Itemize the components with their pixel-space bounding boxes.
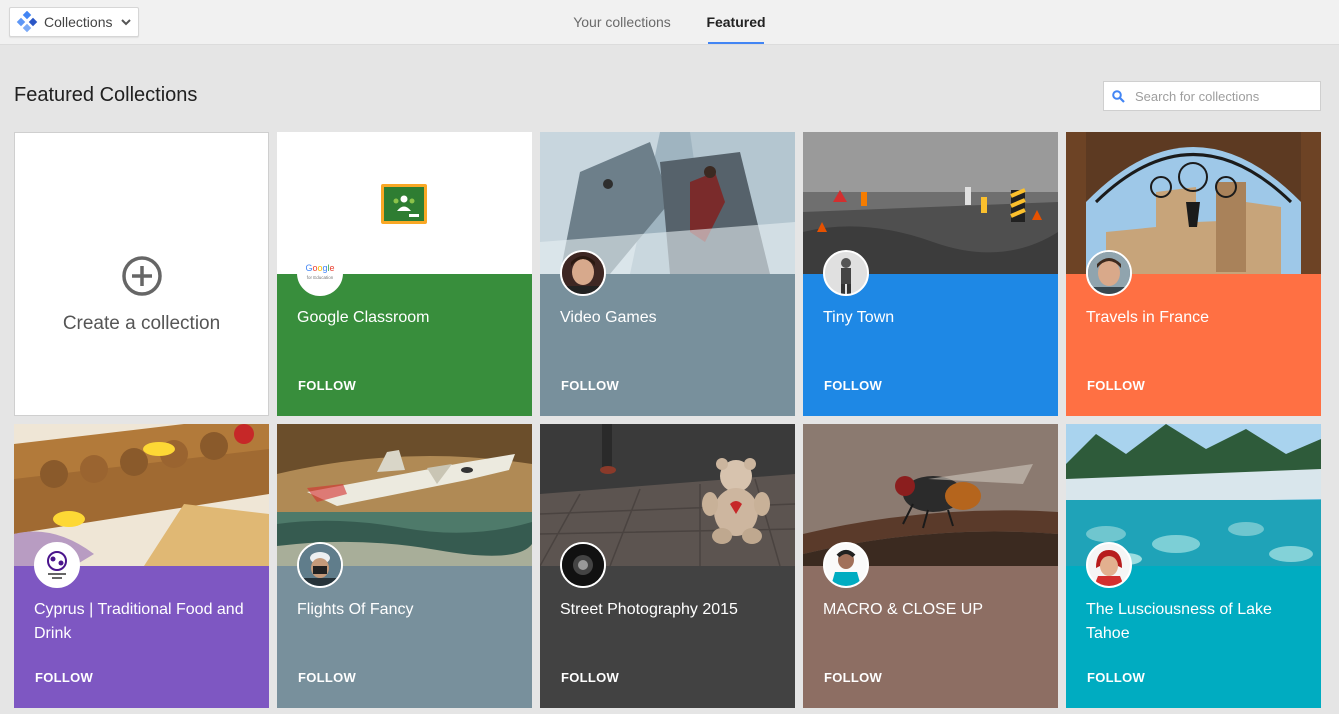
follow-button[interactable]: FOLLOW bbox=[35, 670, 93, 685]
user-photo-icon bbox=[562, 544, 604, 586]
active-tab-indicator bbox=[708, 42, 764, 44]
collection-title[interactable]: Video Games bbox=[560, 306, 785, 330]
follow-button[interactable]: FOLLOW bbox=[561, 378, 619, 393]
collection-title[interactable]: The Lusciousness of Lake Tahoe bbox=[1086, 598, 1311, 646]
follow-button[interactable]: FOLLOW bbox=[298, 670, 356, 685]
follow-button[interactable]: FOLLOW bbox=[824, 378, 882, 393]
avatar bbox=[823, 250, 869, 296]
create-collection-card[interactable]: Create a collection bbox=[14, 132, 269, 416]
user-photo-icon bbox=[825, 252, 867, 294]
search-box[interactable] bbox=[1103, 81, 1321, 111]
google-for-education-logo-icon: Google for Education bbox=[305, 263, 334, 280]
classroom-logo-icon bbox=[381, 184, 427, 224]
follow-button[interactable]: FOLLOW bbox=[1087, 670, 1145, 685]
collection-title[interactable]: Travels in France bbox=[1086, 306, 1311, 330]
user-photo-icon bbox=[562, 252, 604, 294]
collection-card-street-photography-2015[interactable]: Street Photography 2015 FOLLOW bbox=[540, 424, 795, 708]
user-photo-icon bbox=[825, 544, 867, 586]
avatar bbox=[297, 542, 343, 588]
follow-button[interactable]: FOLLOW bbox=[561, 670, 619, 685]
search-input[interactable] bbox=[1133, 87, 1317, 105]
avatar bbox=[34, 542, 80, 588]
collection-card-lake-tahoe[interactable]: The Lusciousness of Lake Tahoe FOLLOW bbox=[1066, 424, 1321, 708]
svg-text:Google: Google bbox=[305, 263, 334, 273]
collection-title[interactable]: MACRO & CLOSE UP bbox=[823, 598, 1048, 622]
tab-label: Featured bbox=[706, 14, 766, 30]
avatar bbox=[560, 542, 606, 588]
svg-text:for Education: for Education bbox=[307, 275, 334, 280]
tab-label: Your collections bbox=[573, 14, 671, 30]
follow-button[interactable]: FOLLOW bbox=[824, 670, 882, 685]
tab-bar: Your collections Featured bbox=[0, 0, 1339, 44]
tab-featured[interactable]: Featured bbox=[702, 0, 770, 44]
avatar: Google for Education bbox=[297, 250, 343, 296]
avatar bbox=[1086, 542, 1132, 588]
user-photo-icon bbox=[299, 544, 341, 586]
top-bar: Collections Your collections Featured bbox=[0, 0, 1339, 45]
user-photo-icon bbox=[1088, 252, 1130, 294]
search-icon bbox=[1112, 89, 1125, 103]
collection-title[interactable]: Flights Of Fancy bbox=[297, 598, 522, 622]
collection-title[interactable]: Google Classroom bbox=[297, 306, 522, 330]
add-circle-icon bbox=[122, 256, 162, 296]
create-collection-label: Create a collection bbox=[62, 313, 221, 334]
avatar bbox=[560, 250, 606, 296]
collection-title[interactable]: Cyprus | Traditional Food and Drink bbox=[34, 598, 259, 646]
collection-card-video-games[interactable]: Video Games FOLLOW bbox=[540, 132, 795, 416]
page-title: Featured Collections bbox=[14, 84, 198, 106]
tab-your-collections[interactable]: Your collections bbox=[566, 0, 678, 44]
user-photo-icon bbox=[1088, 544, 1130, 586]
collection-card-tiny-town[interactable]: Tiny Town FOLLOW bbox=[803, 132, 1058, 416]
collection-card-flights-of-fancy[interactable]: Flights Of Fancy FOLLOW bbox=[277, 424, 532, 708]
collection-card-macro-close-up[interactable]: MACRO & CLOSE UP FOLLOW bbox=[803, 424, 1058, 708]
glassourthay-logo-icon bbox=[36, 544, 78, 586]
follow-button[interactable]: FOLLOW bbox=[1087, 378, 1145, 393]
collection-title[interactable]: Street Photography 2015 bbox=[560, 598, 785, 622]
collection-card-cyprus[interactable]: Cyprus | Traditional Food and Drink FOLL… bbox=[14, 424, 269, 708]
collection-card-google-classroom[interactable]: Google for Education Google Classroom FO… bbox=[277, 132, 532, 416]
avatar bbox=[823, 542, 869, 588]
collection-title[interactable]: Tiny Town bbox=[823, 306, 1048, 330]
avatar bbox=[1086, 250, 1132, 296]
collection-card-travels-in-france[interactable]: Travels in France FOLLOW bbox=[1066, 132, 1321, 416]
follow-button[interactable]: FOLLOW bbox=[298, 378, 356, 393]
